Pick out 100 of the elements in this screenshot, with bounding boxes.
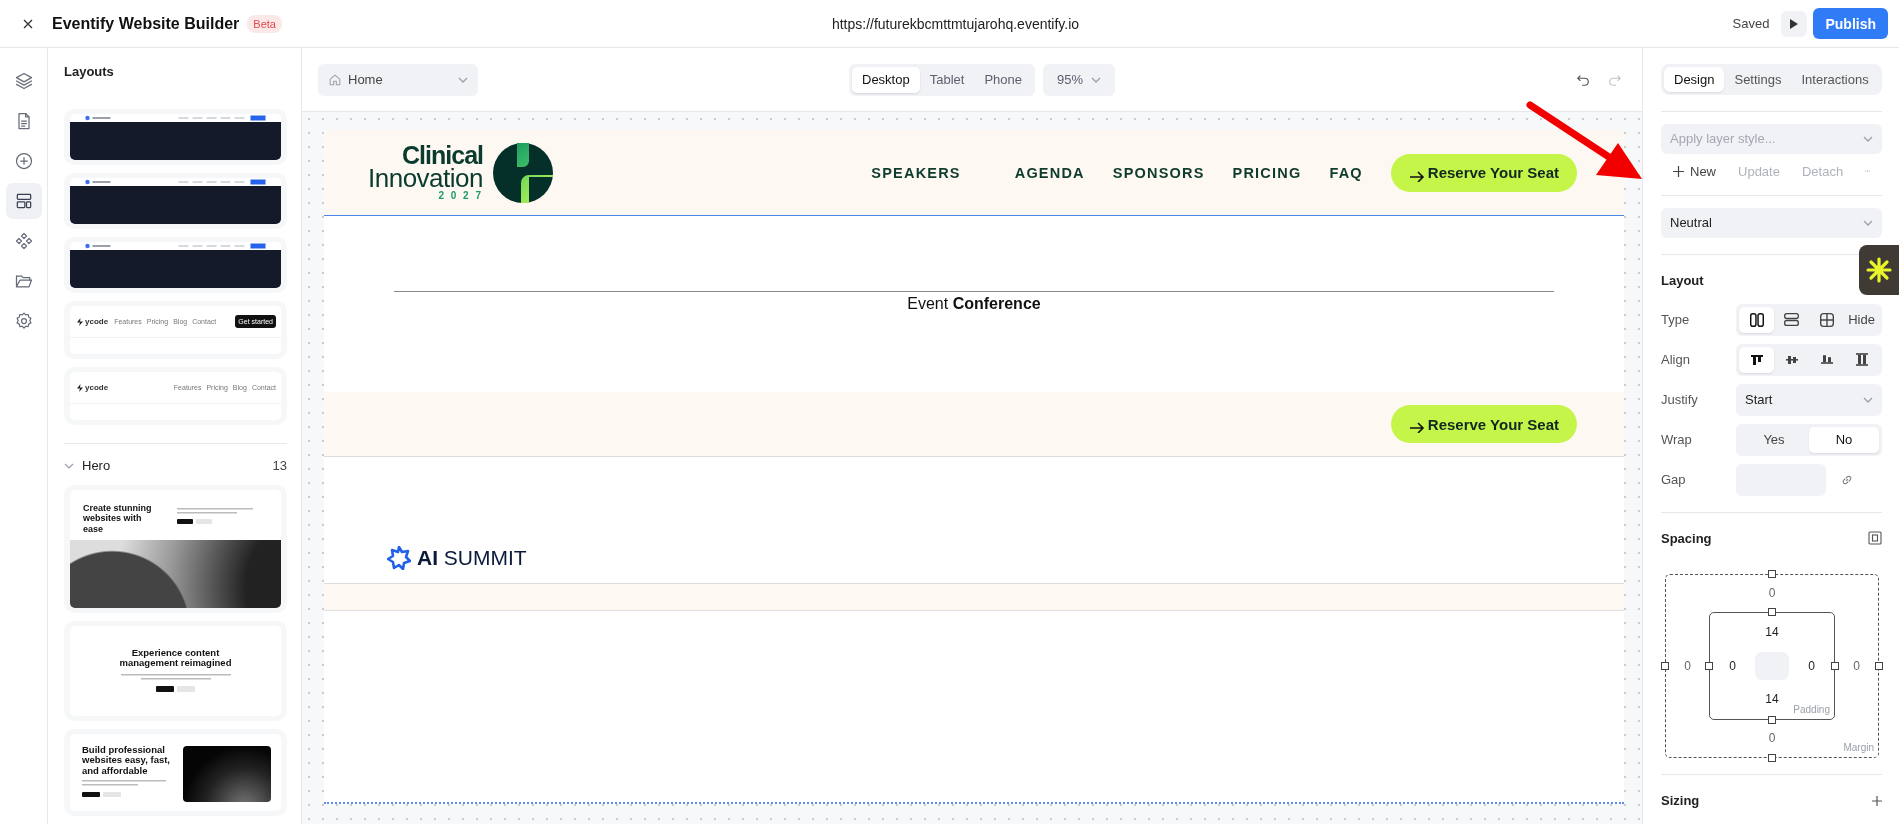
sidebar-tool[interactable]: [5, 183, 42, 219]
spacing-icon[interactable]: [1868, 531, 1882, 546]
align-top-icon: [1750, 354, 1763, 365]
panel-tab[interactable]: Settings: [1724, 67, 1792, 92]
resize-handle[interactable]: [1768, 715, 1776, 724]
nav-link[interactable]: PRICING: [1232, 164, 1302, 181]
spacing-value[interactable]: 0: [1768, 731, 1776, 746]
box-label: Margin: [1843, 742, 1874, 753]
resize-handle[interactable]: [1768, 754, 1776, 762]
justify-dropdown[interactable]: Start: [1736, 383, 1882, 416]
device-tab[interactable]: Tablet: [919, 66, 975, 93]
page-dropdown[interactable]: Home: [318, 63, 478, 96]
resize-handle[interactable]: [1661, 661, 1669, 670]
beta-badge: Beta: [247, 14, 282, 33]
style-action[interactable]: New: [1673, 163, 1716, 179]
resize-handle[interactable]: [1768, 607, 1776, 616]
app-title: Eventify Website Builder: [52, 14, 240, 33]
section-count: 13: [272, 458, 287, 473]
cross-emblem-icon: [493, 142, 553, 203]
layout-thumbnail[interactable]: Create stunning websites with ease: [64, 485, 287, 613]
brand-name: ycode: [85, 317, 109, 326]
panel-tab[interactable]: Design: [1664, 67, 1725, 92]
segment-option[interactable]: Yes: [1739, 426, 1809, 453]
layout-thumbnail[interactable]: [64, 109, 287, 165]
spacing-value[interactable]: 0: [1808, 658, 1815, 673]
resize-handle[interactable]: [1705, 661, 1713, 670]
field-label: Justify: [1661, 392, 1699, 408]
nav-link[interactable]: SPEAKERS: [871, 164, 961, 181]
spacing-value[interactable]: 0: [1853, 658, 1860, 673]
arrow-right-icon: [1408, 169, 1425, 182]
field-label: Gap: [1661, 472, 1687, 488]
spacing-value[interactable]: 0: [1768, 586, 1776, 601]
segment-option[interactable]: [1739, 306, 1774, 333]
section-label: Hero: [82, 458, 111, 473]
chevron-down-icon: [1863, 135, 1873, 142]
resize-handle[interactable]: [1768, 569, 1776, 578]
device-tab[interactable]: Desktop: [852, 66, 920, 93]
bolt-icon: [76, 317, 84, 326]
device-tab[interactable]: Phone: [974, 66, 1032, 93]
arrow-right-icon: [1408, 421, 1425, 433]
layout-thumbnail[interactable]: [64, 173, 287, 229]
rows-icon: [1784, 313, 1799, 327]
assistant-button[interactable]: [1859, 245, 1899, 295]
resize-handle[interactable]: [1831, 661, 1839, 670]
section-title: Sizing: [1661, 793, 1700, 808]
field-label: Align: [1661, 352, 1691, 368]
home-icon: [328, 72, 342, 87]
gear-icon: [13, 311, 34, 331]
chevron-down-icon: [1863, 396, 1873, 403]
play-icon: [1790, 18, 1799, 29]
reserve-button[interactable]: Reserve Your Seat: [1390, 153, 1577, 192]
section-heading: Event Conference: [907, 295, 1041, 313]
spacing-value[interactable]: 0: [1729, 658, 1736, 673]
spacing-value[interactable]: 14: [1765, 692, 1779, 707]
field-label: Type: [1661, 312, 1691, 328]
layout-thumbnail[interactable]: [64, 237, 287, 293]
nav-link[interactable]: SPONSORS: [1112, 164, 1205, 181]
section-title: Layout: [1661, 272, 1705, 288]
preview-button[interactable]: [1781, 10, 1808, 37]
chevron-down-icon: [1863, 219, 1873, 226]
panel-tab[interactable]: Interactions: [1791, 67, 1879, 92]
preview-heading: Experience content management reimagined: [118, 648, 233, 669]
spacing-value[interactable]: 0: [1684, 658, 1691, 673]
preset-dropdown[interactable]: Neutral: [1661, 207, 1882, 238]
bolt-icon: [76, 383, 84, 392]
logo-subtitle: Innovation: [368, 165, 483, 190]
spacing-value[interactable]: 14: [1765, 625, 1779, 640]
reserve-button[interactable]: Reserve Your Seat: [1390, 405, 1577, 443]
asterisk-icon: [1866, 257, 1892, 283]
grid-icon: [1819, 312, 1834, 327]
close-icon[interactable]: [23, 18, 33, 29]
brand-name: ycode: [85, 383, 109, 392]
segment-option[interactable]: [1739, 346, 1774, 373]
logo-title: Clinical: [402, 143, 483, 166]
plus-circle-icon: [13, 151, 34, 171]
field-label: Wrap: [1661, 432, 1693, 448]
plus-icon[interactable]: [1872, 795, 1882, 806]
panel-title: Layouts: [64, 64, 115, 79]
preview-heading: Create stunning websites with ease: [83, 503, 153, 534]
diamonds-icon: [13, 231, 34, 251]
nav-link[interactable]: FAQ: [1329, 164, 1363, 181]
chevron-down-icon: [458, 76, 468, 83]
brand-name: AI SUMMIT: [417, 546, 527, 570]
star-logo-icon: [387, 546, 411, 570]
nav-link[interactable]: AGENDA: [1014, 164, 1085, 181]
layout-thumbnail[interactable]: Build professional websites easy, fast, and affordable: [64, 728, 287, 817]
preview-heading: Build professional websites easy, fast, and affordable: [82, 744, 171, 777]
section-header[interactable]: Hero 13: [64, 458, 287, 473]
resize-handle[interactable]: [1875, 661, 1883, 670]
logo-year: 2 0 2 7: [438, 189, 483, 202]
publish-button[interactable]: Publish: [1813, 8, 1888, 39]
section-title: Spacing: [1661, 530, 1712, 546]
layout-thumbnail[interactable]: Experience content management reimagined: [64, 621, 287, 721]
segment-option[interactable]: Hide: [1844, 306, 1879, 333]
layers-icon: [13, 71, 34, 91]
segment-option[interactable]: No: [1809, 426, 1879, 453]
align-center-icon: [1785, 355, 1798, 364]
plus-icon: [1673, 165, 1684, 177]
align-bottom-icon: [1820, 355, 1833, 365]
zoom-dropdown[interactable]: 95%: [1043, 63, 1115, 96]
